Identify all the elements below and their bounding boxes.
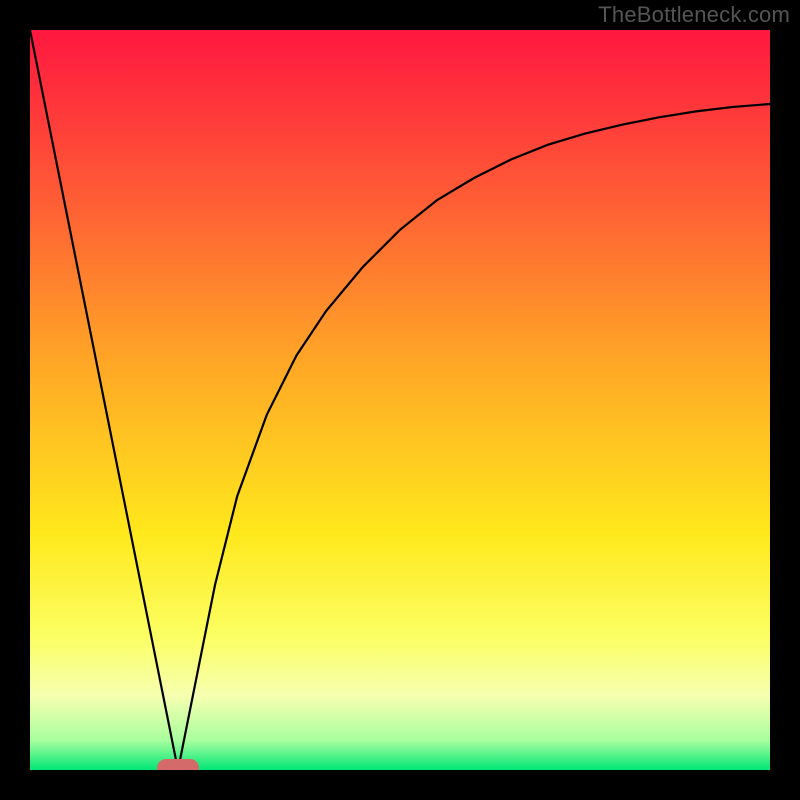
chart-frame: TheBottleneck.com (0, 0, 800, 800)
watermark-text: TheBottleneck.com (598, 2, 790, 28)
bottleneck-chart (30, 30, 770, 770)
optimal-marker (157, 759, 199, 770)
plot-area (30, 30, 770, 770)
gradient-background (30, 30, 770, 770)
